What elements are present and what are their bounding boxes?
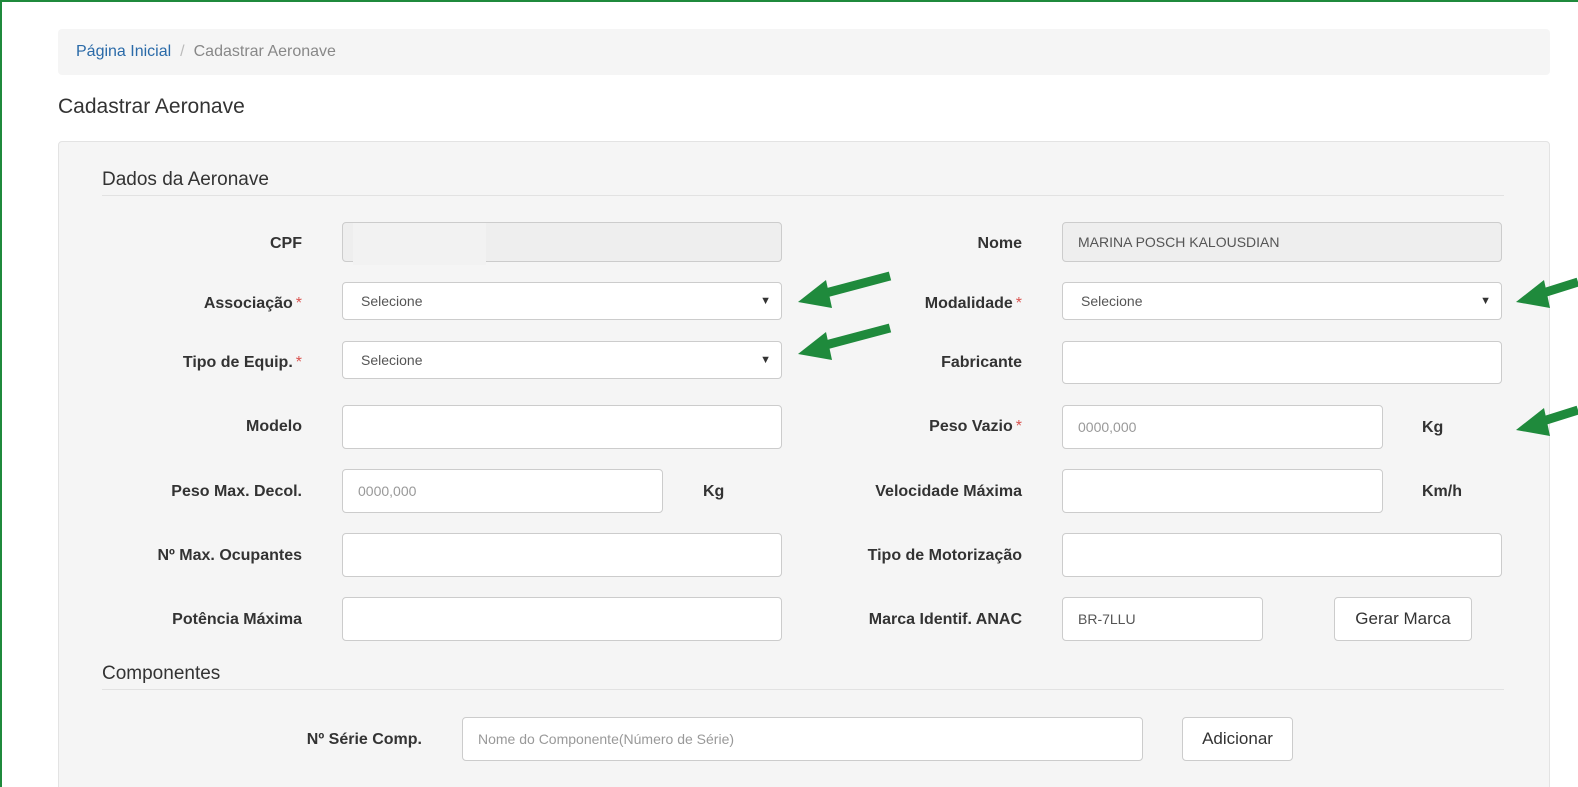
tipo-motorizacao-label: Tipo de Motorização [867, 547, 1022, 564]
tipo-motorizacao-input[interactable] [1062, 533, 1502, 577]
associacao-label: Associação * [204, 295, 302, 313]
peso-max-decol-label: Peso Max. Decol. [171, 483, 302, 500]
section-title-aircraft: Dados da Aeronave [102, 169, 269, 190]
peso-max-decol-input[interactable]: 0000,000 [342, 469, 663, 513]
gerar-marca-button[interactable]: Gerar Marca [1334, 597, 1472, 641]
cpf-label: CPF [270, 235, 302, 252]
marca-anac-label: Marca Identif. ANAC [868, 611, 1022, 628]
associacao-select[interactable]: Selecione ▼ [342, 282, 782, 320]
breadcrumb-home-link[interactable]: Página Inicial [76, 43, 171, 61]
adicionar-button[interactable]: Adicionar [1182, 717, 1293, 761]
peso-vazio-label: Peso Vazio * [929, 418, 1022, 436]
tipo-equip-label-text: Tipo de Equip. [182, 354, 293, 371]
marca-anac-value: BR-7LLU [1078, 611, 1136, 627]
velocidade-maxima-label: Velocidade Máxima [875, 483, 1022, 500]
section-title-components: Componentes [102, 663, 221, 684]
serie-comp-placeholder: Nome do Componente(Número de Série) [478, 731, 735, 747]
max-ocupantes-input[interactable] [342, 533, 782, 577]
velocidade-maxima-input[interactable] [1062, 469, 1383, 513]
peso-vazio-label-text: Peso Vazio [929, 418, 1013, 435]
section-divider [102, 689, 1504, 690]
modelo-label: Modelo [246, 418, 302, 435]
caret-down-icon: ▼ [1480, 295, 1491, 307]
tipo-equip-selected: Selecione [361, 352, 423, 368]
peso-max-decol-unit: Kg [703, 483, 725, 500]
associacao-label-text: Associação [203, 295, 293, 312]
potencia-maxima-label: Potência Máxima [172, 611, 302, 628]
arrow-left-icon [798, 323, 892, 360]
arrow-left-icon [798, 271, 892, 308]
modalidade-label: Modalidade * [925, 295, 1022, 313]
modalidade-select[interactable]: Selecione ▼ [1062, 282, 1502, 320]
caret-down-icon: ▼ [760, 295, 771, 307]
required-marker: * [1015, 418, 1022, 435]
serie-comp-input[interactable]: Nome do Componente(Número de Série) [462, 717, 1143, 761]
required-marker: * [295, 295, 302, 312]
modalidade-selected: Selecione [1081, 293, 1143, 309]
serie-comp-label: Nº Série Comp. [306, 731, 422, 748]
nome-field[interactable]: MARINA POSCH KALOUSDIAN [1062, 222, 1502, 262]
associacao-selected: Selecione [361, 293, 423, 309]
modalidade-label-text: Modalidade [924, 295, 1013, 312]
max-ocupantes-label: Nº Max. Ocupantes [157, 547, 302, 564]
required-marker: * [1015, 295, 1022, 312]
marca-anac-input[interactable]: BR-7LLU [1062, 597, 1263, 641]
tipo-equip-select[interactable]: Selecione ▼ [342, 341, 782, 379]
section-divider [102, 195, 1504, 196]
arrow-left-icon [1516, 405, 1578, 436]
fabricante-label: Fabricante [941, 354, 1022, 371]
peso-vazio-placeholder: 0000,000 [1078, 419, 1137, 435]
caret-down-icon: ▼ [760, 354, 771, 366]
peso-vazio-unit: Kg [1422, 419, 1444, 436]
required-marker: * [295, 354, 302, 371]
cpf-redaction [353, 223, 486, 265]
peso-vazio-input[interactable]: 0000,000 [1062, 405, 1383, 449]
peso-max-decol-placeholder: 0000,000 [358, 483, 417, 499]
page-title: Cadastrar Aeronave [58, 95, 245, 118]
breadcrumb: Página Inicial / Cadastrar Aeronave [58, 29, 1550, 75]
potencia-maxima-input[interactable] [342, 597, 782, 641]
tipo-equip-label: Tipo de Equip. * [183, 354, 302, 372]
modelo-input[interactable] [342, 405, 782, 449]
fabricante-input[interactable] [1062, 341, 1502, 384]
breadcrumb-separator: / [180, 43, 185, 60]
arrow-left-icon [1516, 277, 1578, 308]
nome-value: MARINA POSCH KALOUSDIAN [1078, 234, 1280, 250]
nome-label: Nome [977, 235, 1022, 252]
breadcrumb-current: Cadastrar Aeronave [193, 43, 336, 60]
velocidade-maxima-unit: Km/h [1422, 483, 1462, 500]
